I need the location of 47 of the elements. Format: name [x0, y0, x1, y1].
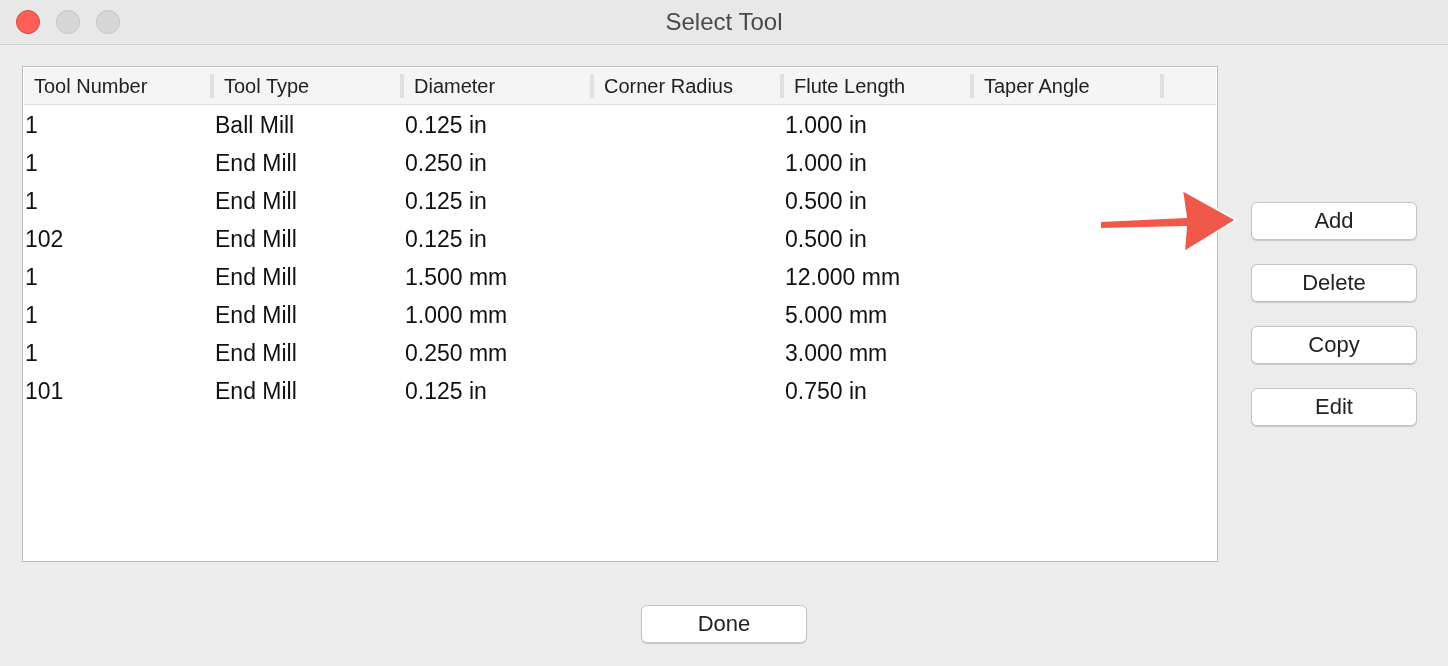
action-button[interactable]: Copy	[1251, 326, 1417, 364]
table-cell-text: 0.250 mm	[404, 339, 509, 367]
table-cell-text: 0.750 in	[784, 377, 868, 405]
table-cell-text: End Mill	[214, 187, 298, 215]
action-button[interactable]: Delete	[1251, 264, 1417, 302]
table-cell-text: 101	[24, 377, 65, 405]
table-cell-text: 0.250 in	[404, 149, 488, 177]
table-cell-text: 3.000 mm	[784, 339, 889, 367]
column-header[interactable]: Diameter	[404, 74, 594, 98]
table-cell-text: 0.125 in	[404, 111, 488, 139]
table-cell-text: 102	[24, 225, 65, 253]
window-title: Select Tool	[665, 8, 783, 35]
table-cell-text: 1	[24, 301, 39, 329]
table-cell-text: 0.500 in	[784, 225, 868, 253]
table-cell-text: 0.125 in	[404, 187, 488, 215]
table-cell-text: 12.000 mm	[784, 263, 902, 291]
table-cell-text: 1	[24, 111, 39, 139]
table-cell-text: End Mill	[214, 263, 298, 291]
table-cell-text: End Mill	[214, 339, 298, 367]
table-cell-text: 1.500 mm	[404, 263, 509, 291]
table-cell-text: 0.500 in	[784, 187, 868, 215]
column-header[interactable]: Taper Angle	[974, 74, 1164, 98]
table-cell-text: 0.125 in	[404, 377, 488, 405]
minimize-button[interactable]	[56, 10, 80, 34]
table-cell-text: End Mill	[214, 149, 298, 177]
close-button[interactable]	[16, 10, 40, 34]
table-cell-text: 1	[24, 149, 39, 177]
table-cell-text: 1	[24, 263, 39, 291]
column-header[interactable]: Tool Number	[24, 74, 214, 98]
table-cell-text: 1.000 in	[784, 149, 868, 177]
table-cell-text: 1.000 mm	[404, 301, 509, 329]
column-header[interactable]: Corner Radius	[594, 74, 784, 98]
table-cell-text: 1	[24, 187, 39, 215]
table-cell-text: End Mill	[214, 301, 298, 329]
table-cell-text: 0.125 in	[404, 225, 488, 253]
zoom-button[interactable]	[96, 10, 120, 34]
table-cell-text: 1	[24, 339, 39, 367]
table-cell-text: Ball Mill	[214, 111, 296, 139]
table-cell-text: End Mill	[214, 377, 298, 405]
column-header[interactable]: Flute Length	[784, 74, 974, 98]
table-cell-text: 1.000 in	[784, 111, 868, 139]
done-button[interactable]: Done	[641, 605, 807, 643]
action-button[interactable]: Add	[1251, 202, 1417, 240]
table-cell-text: 5.000 mm	[784, 301, 889, 329]
table-cell-text: End Mill	[214, 225, 298, 253]
action-button[interactable]: Edit	[1251, 388, 1417, 426]
column-header[interactable]: Tool Type	[214, 74, 404, 98]
